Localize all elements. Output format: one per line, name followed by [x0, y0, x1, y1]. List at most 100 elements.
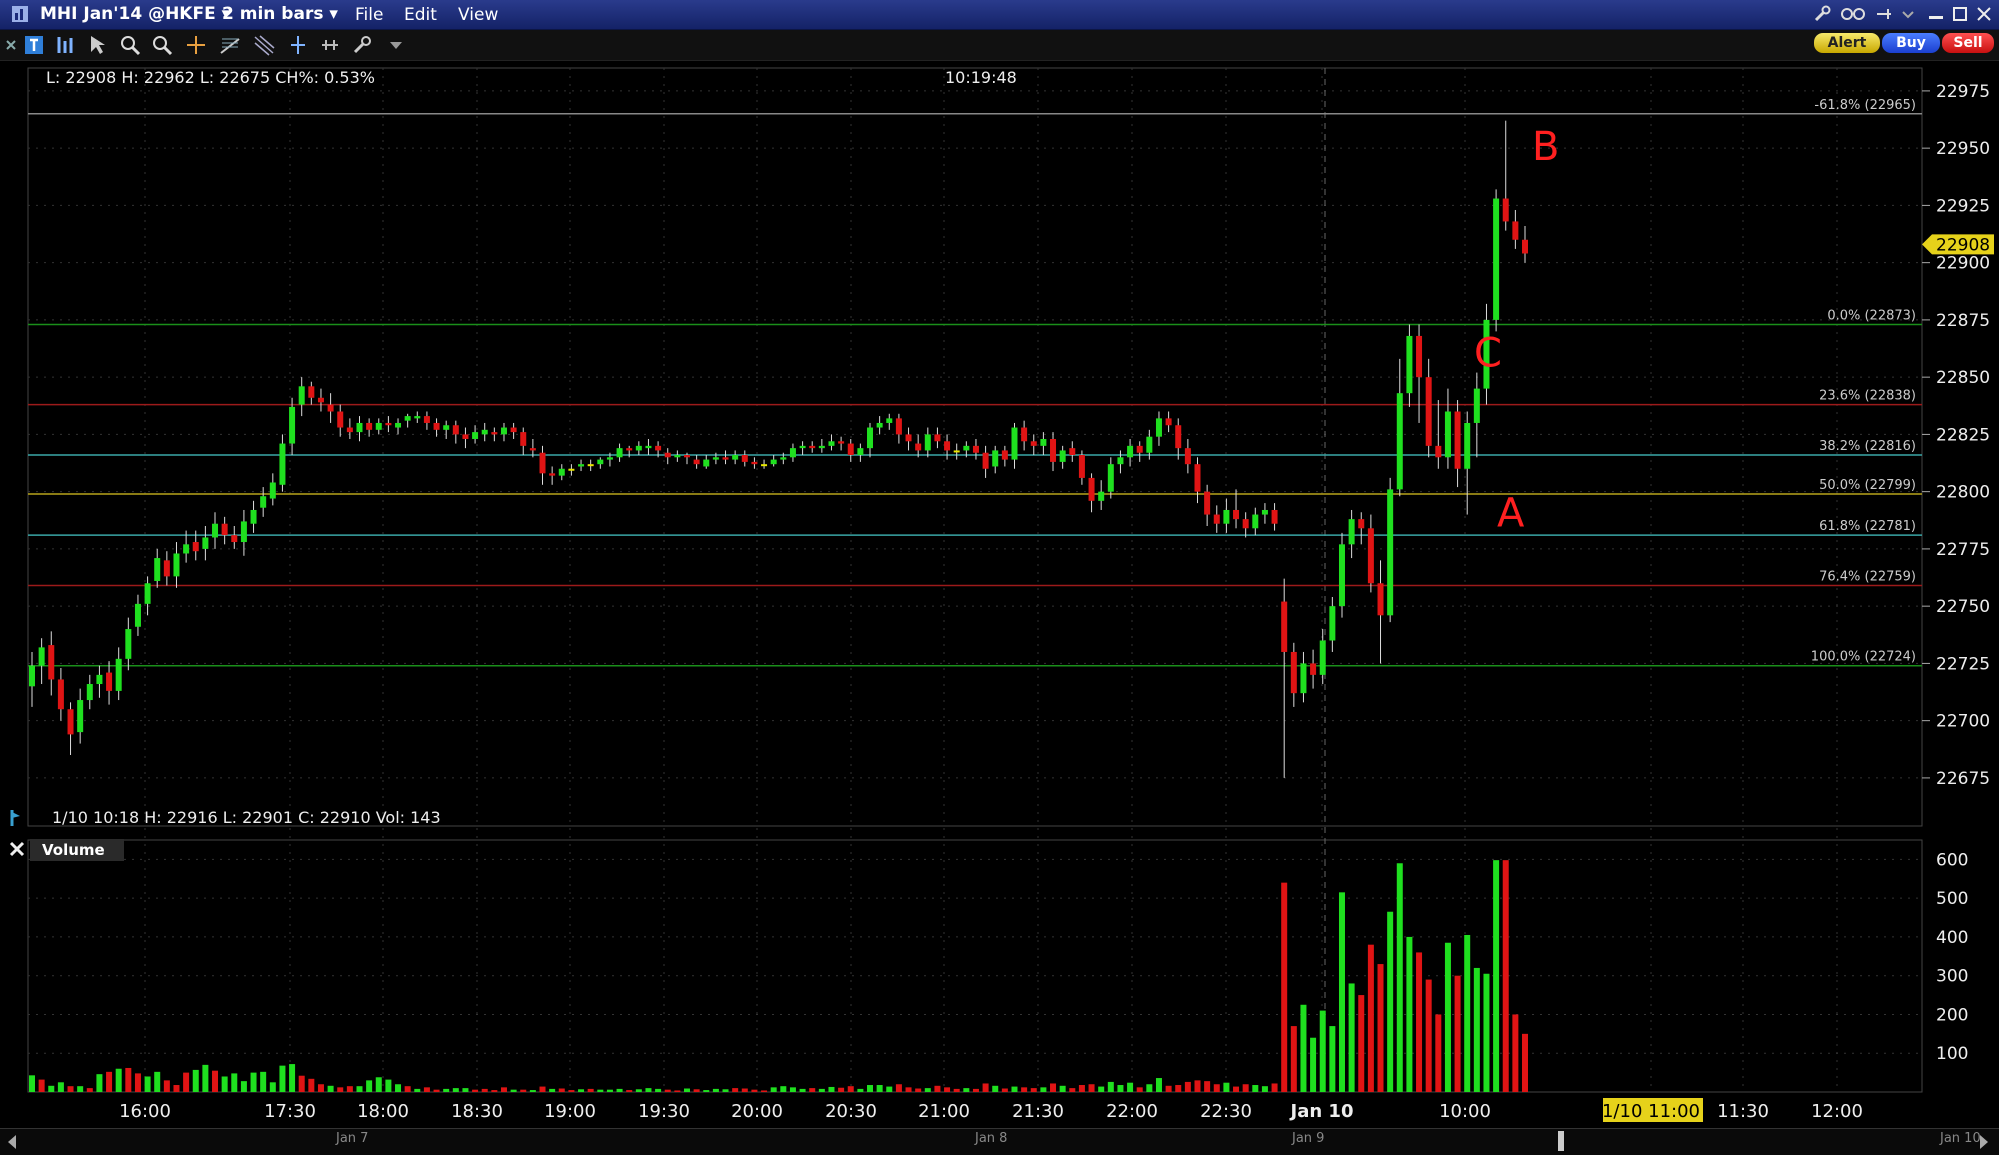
time-tick-label: 17:30 [264, 1101, 316, 1122]
volume-bar [780, 1086, 787, 1092]
pin-icon[interactable] [1874, 4, 1894, 24]
candle-body [578, 464, 585, 467]
candle-body [491, 432, 498, 435]
time-scrollbar[interactable]: Jan 7 Jan 8 Jan 9 Jan 10 [0, 1128, 1999, 1155]
volume-bar [96, 1074, 103, 1092]
volume-bar [327, 1085, 334, 1092]
volume-bar [250, 1072, 257, 1092]
alert-button[interactable]: Alert [1814, 33, 1880, 53]
volume-bar [1078, 1085, 1085, 1092]
candle-body [96, 674, 103, 685]
volume-bar [346, 1086, 353, 1092]
volume-pane-label: Volume [30, 839, 124, 861]
more-tools-icon[interactable] [384, 33, 408, 57]
volume-bar [1281, 882, 1288, 1092]
crosshair-icon[interactable] [184, 33, 208, 57]
settings-wrench-icon[interactable] [350, 33, 374, 57]
window-titlebar: MHI Jan'14 @HKFE ▾ 2 min bars ▾ File Edi… [0, 0, 1999, 30]
candle-body [106, 672, 113, 691]
time-tick-label: 21:30 [1012, 1101, 1064, 1122]
maximize-icon[interactable] [1950, 4, 1970, 24]
buy-button[interactable]: Buy [1882, 33, 1940, 53]
volume-bar [1088, 1084, 1095, 1092]
candle-body [1281, 601, 1288, 652]
link-icon[interactable] [1838, 4, 1868, 24]
volume-bar [693, 1089, 700, 1092]
volume-bar [404, 1086, 411, 1092]
time-tick-label: 1/10 11:00 [1602, 1101, 1700, 1122]
scroll-left-icon[interactable] [4, 1133, 20, 1151]
candle-body [886, 418, 893, 423]
volume-bar [1059, 1085, 1066, 1092]
scroll-right-icon[interactable] [1976, 1133, 1992, 1151]
sell-button[interactable]: Sell [1942, 33, 1994, 53]
split-icon[interactable] [286, 33, 310, 57]
bar-chart-icon[interactable] [54, 33, 78, 57]
close-icon[interactable] [1974, 4, 1994, 24]
fib-level-label: 38.2% (22816) [1819, 439, 1916, 454]
volume-bar [915, 1088, 922, 1092]
volume-bar [934, 1085, 941, 1092]
volume-bar [1425, 979, 1432, 1092]
volume-bar [144, 1076, 151, 1092]
symbol-selector[interactable]: MHI Jan'14 @HKFE ▾ [40, 4, 230, 24]
bar-size-selector[interactable]: 2 min bars ▾ [222, 4, 338, 24]
candle-body [1271, 509, 1278, 524]
volume-bar [1107, 1081, 1114, 1092]
wrench-icon[interactable] [1812, 4, 1832, 24]
text-tool-icon[interactable] [22, 33, 46, 57]
volume-bar [1464, 934, 1471, 1092]
volume-bar [1213, 1084, 1220, 1092]
volume-bar [462, 1088, 469, 1092]
candle-body [279, 443, 286, 485]
candle-body [1252, 514, 1259, 529]
candle-body [1290, 651, 1297, 694]
candle-body [944, 441, 951, 451]
scroll-date-label: Jan 7 [336, 1131, 369, 1146]
trendline-icon[interactable] [218, 33, 242, 57]
scroll-thumb[interactable] [1558, 1131, 1564, 1151]
candle-body [1406, 335, 1413, 394]
candle-body [212, 523, 219, 538]
candle-body [472, 432, 479, 439]
pointer-icon[interactable] [86, 33, 110, 57]
candle-body [337, 411, 344, 428]
candle-body [597, 459, 604, 465]
candle-body [1146, 436, 1153, 453]
fibonacci-icon[interactable] [252, 33, 276, 57]
zoom-in-icon[interactable] [118, 33, 142, 57]
candle-body [693, 459, 700, 465]
candle-body [1444, 411, 1451, 458]
candle-body [404, 416, 411, 421]
menu-view[interactable]: View [458, 5, 498, 25]
scroll-date-label: Jan 9 [1292, 1131, 1325, 1146]
candle-body [1358, 519, 1365, 529]
candle-body [1348, 519, 1355, 545]
measure-icon[interactable] [318, 33, 342, 57]
close-panel-icon[interactable] [4, 33, 18, 57]
menu-edit[interactable]: Edit [404, 5, 437, 25]
candle-body [1107, 464, 1114, 492]
time-tick-label: 19:00 [544, 1101, 596, 1122]
volume-bar [240, 1081, 247, 1092]
close-volume-icon[interactable] [8, 840, 26, 858]
minimize-icon[interactable] [1926, 4, 1946, 24]
zoom-out-icon[interactable] [150, 33, 174, 57]
volume-bar [847, 1086, 854, 1092]
price-chart[interactable]: 22675 22700 22725 22750 22775 22800 22825 22850… [0, 60, 1999, 1128]
candle-body [125, 629, 132, 659]
price-tick-label: 22775 [1936, 540, 1990, 560]
volume-bar [1329, 1026, 1336, 1092]
volume-bar [1300, 1004, 1307, 1092]
candle-body [645, 445, 652, 449]
candle-body [500, 427, 507, 435]
volume-bar [212, 1070, 219, 1092]
candle-body [366, 422, 373, 430]
volume-bar [1406, 936, 1413, 1092]
candle-body [520, 432, 527, 446]
candle-body [857, 448, 864, 456]
fib-level-label: 100.0% (22724) [1811, 650, 1916, 665]
menu-file[interactable]: File [355, 5, 383, 25]
chevron-down-icon[interactable] [1898, 4, 1918, 24]
volume-bar [115, 1068, 122, 1092]
